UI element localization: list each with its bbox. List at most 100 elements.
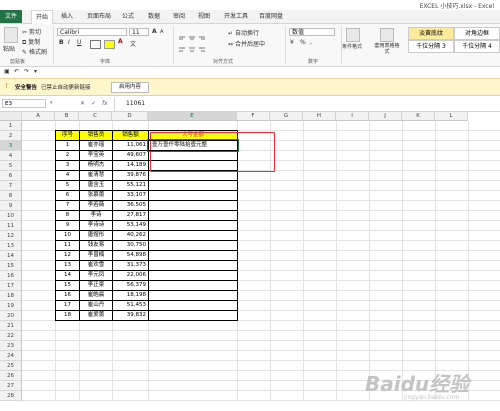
column-header-f[interactable]: F — [237, 112, 270, 121]
bold-button[interactable]: B — [59, 39, 64, 46]
row-header[interactable]: 15 — [0, 261, 22, 271]
font-size-select[interactable]: 11 — [129, 28, 149, 36]
row-header[interactable]: 20 — [0, 311, 22, 321]
row-header[interactable]: 14 — [0, 251, 22, 261]
row-header[interactable]: 22 — [0, 331, 22, 341]
style-light-yellow[interactable]: 淡黄底纹 — [408, 27, 454, 40]
conditional-format-icon[interactable] — [346, 28, 360, 42]
currency-button[interactable]: ¥ — [290, 39, 294, 46]
column-header-e[interactable]: E — [148, 112, 237, 121]
row-header[interactable]: 1 — [0, 121, 22, 131]
row-header[interactable]: 6 — [0, 171, 22, 181]
tab-page-layout[interactable]: 页面布局 — [82, 10, 116, 23]
tab-home[interactable]: 开始 — [31, 10, 53, 24]
row-header[interactable]: 2 — [0, 131, 22, 141]
conditional-format-button[interactable]: 条件格式 — [342, 43, 362, 50]
row-header[interactable]: 17 — [0, 281, 22, 291]
wrap-text-button[interactable]: ↵ 自动换行 — [228, 28, 259, 37]
row-header[interactable]: 8 — [0, 191, 22, 201]
border-icon[interactable] — [90, 40, 101, 49]
tab-baidu-netdisk[interactable]: 百度网盘 — [255, 10, 287, 23]
style-diagonal-border[interactable]: 对角边框 — [454, 27, 500, 40]
row-header[interactable]: 18 — [0, 291, 22, 301]
name-box-dropdown-icon[interactable]: ▾ — [50, 100, 53, 106]
style-thousands-4[interactable]: 千位分隔 4 — [454, 40, 500, 53]
column-header-c[interactable]: C — [79, 112, 112, 121]
row-header[interactable]: 13 — [0, 241, 22, 251]
cut-button[interactable]: ✂ 剪切 — [22, 27, 41, 36]
active-cell[interactable]: 壹万壹仟零陆拾壹元整 — [147, 139, 239, 152]
table-format-icon[interactable] — [380, 28, 394, 42]
column-header-h[interactable]: H — [303, 112, 336, 121]
row-header[interactable]: 25 — [0, 361, 22, 371]
row-header[interactable]: 11 — [0, 221, 22, 231]
tab-view[interactable]: 视图 — [193, 10, 215, 23]
column-header-d[interactable]: D — [112, 112, 148, 121]
row-header[interactable]: 12 — [0, 231, 22, 241]
row-header[interactable]: 9 — [0, 201, 22, 211]
copy-button[interactable]: ⧉ 复制 — [22, 37, 40, 47]
table-cell-name[interactable]: 崔爱蕾 — [79, 310, 113, 321]
font-color-button[interactable]: A — [118, 38, 123, 45]
column-header-l[interactable]: L — [435, 112, 468, 121]
column-header-b[interactable]: B — [55, 112, 79, 121]
row-header[interactable]: 5 — [0, 161, 22, 171]
font-name-select[interactable]: Calibri — [57, 28, 127, 36]
enter-icon[interactable]: ✓ — [91, 100, 96, 107]
column-header-k[interactable]: K — [402, 112, 435, 121]
number-format-select[interactable]: 数值 — [289, 28, 335, 36]
row-header[interactable]: 19 — [0, 301, 22, 311]
underline-button[interactable]: U — [77, 39, 81, 46]
select-all-corner[interactable] — [0, 112, 22, 121]
column-header-a[interactable]: A — [22, 112, 55, 121]
row-header[interactable]: 16 — [0, 271, 22, 281]
table-cell-no[interactable]: 18 — [55, 310, 80, 321]
tab-review[interactable]: 审阅 — [168, 10, 190, 23]
align-horizontal-icons[interactable] — [178, 39, 208, 52]
format-painter-button[interactable]: ✎ 格式刷 — [22, 47, 47, 56]
column-header-i[interactable]: I — [336, 112, 369, 121]
fill-color-icon[interactable] — [104, 40, 115, 49]
row-header[interactable]: 26 — [0, 371, 22, 381]
row-header[interactable]: 21 — [0, 321, 22, 331]
redo-icon[interactable]: ↷ — [24, 68, 29, 75]
row-header[interactable]: 27 — [0, 381, 22, 391]
row-header[interactable]: 3 — [0, 141, 22, 151]
tab-formulas[interactable]: 公式 — [117, 10, 139, 23]
table-format-button[interactable]: 套用表格格式 — [374, 43, 400, 55]
paste-icon[interactable] — [4, 27, 18, 43]
column-header-j[interactable]: J — [369, 112, 402, 121]
spreadsheet-grid[interactable]: ABCDEFGHIJKL 1 2 3 4 5 6 7 8 9 10 11 12 13 14 15 16 17 18… — [0, 112, 500, 411]
table-cell-amount[interactable]: 39,832 — [112, 310, 149, 321]
row-header[interactable]: 4 — [0, 151, 22, 161]
paste-button[interactable]: 粘贴 — [3, 44, 15, 53]
merge-center-button[interactable]: ⇔ 合并后居中 — [228, 39, 265, 48]
column-header-g[interactable]: G — [270, 112, 303, 121]
table-cell-upper[interactable] — [148, 310, 238, 321]
tab-insert[interactable]: 插入 — [56, 10, 78, 23]
row-header[interactable]: 10 — [0, 211, 22, 221]
customize-qat-icon[interactable]: ▾ — [34, 68, 37, 75]
enable-content-button[interactable]: 启用内容 — [111, 82, 149, 93]
row-header[interactable]: 23 — [0, 341, 22, 351]
italic-button[interactable]: I — [68, 39, 70, 46]
formula-content[interactable]: 11061 — [126, 100, 145, 107]
tab-file[interactable]: 文件 — [0, 10, 22, 23]
undo-icon[interactable]: ↶ — [14, 68, 19, 75]
align-top-icons[interactable] — [178, 28, 208, 40]
grow-font-button[interactable]: A — [152, 28, 157, 35]
name-box[interactable]: E3 — [2, 99, 46, 108]
phonetic-button[interactable]: 文 — [130, 39, 136, 48]
tab-data[interactable]: 数据 — [143, 10, 165, 23]
fx-icon[interactable]: fx — [102, 100, 108, 107]
row-header[interactable]: 28 — [0, 391, 22, 401]
row-header[interactable]: 7 — [0, 181, 22, 191]
row-header[interactable]: 24 — [0, 351, 22, 361]
style-thousands-3[interactable]: 千位分隔 3 — [408, 40, 454, 53]
save-icon[interactable]: ▣ — [4, 68, 10, 75]
comma-button[interactable]: , — [310, 39, 312, 46]
shrink-font-button[interactable]: A — [160, 29, 163, 35]
percent-button[interactable]: % — [300, 39, 306, 46]
cancel-icon[interactable]: ✕ — [80, 100, 85, 107]
tab-developer[interactable]: 开发工具 — [220, 10, 252, 23]
